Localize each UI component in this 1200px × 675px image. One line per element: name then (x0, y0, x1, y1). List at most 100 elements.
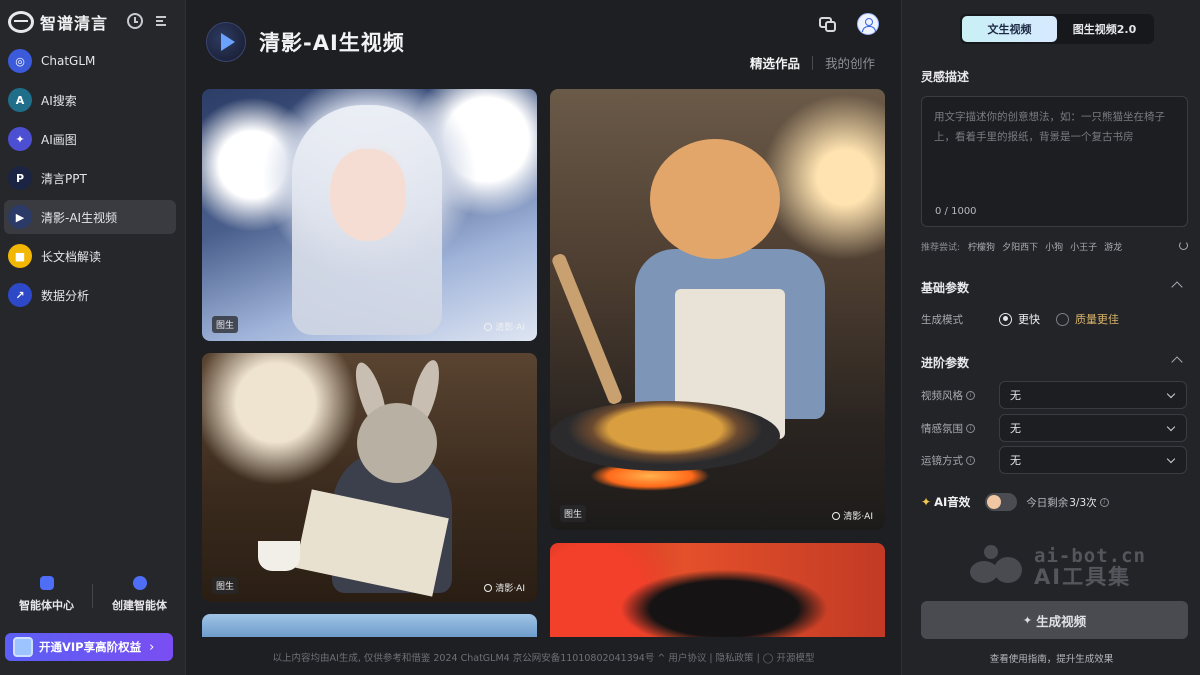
watermark-logo-icon (970, 545, 1028, 585)
user-avatar-icon[interactable] (857, 13, 879, 35)
mode-text-to-video[interactable]: 文生视频 (962, 16, 1057, 42)
param-label: 运镜方式 i (921, 453, 983, 468)
qingying-watermark-icon (484, 583, 493, 592)
data-analysis-icon: ↗ (8, 283, 32, 307)
radio-faster[interactable]: 更快 (999, 311, 1040, 327)
prompt-section-title: 灵感描述 (921, 70, 970, 84)
sidebar-item-label: ChatGLM (41, 54, 96, 68)
mood-select[interactable]: 无 (999, 414, 1187, 442)
suggestion-chip[interactable]: 小王子 (1070, 240, 1097, 253)
qingying-watermark-icon (484, 322, 493, 331)
radio-dot-icon (999, 312, 1012, 326)
document-icon: ■ (8, 244, 32, 268)
ai-search-icon: A (8, 88, 32, 112)
ai-draw-icon: ✦ (8, 127, 32, 151)
agent-center-button[interactable]: 智能体中心 (0, 576, 93, 616)
suggest-label: 推荐尝试: (921, 243, 961, 253)
zhipu-logo-icon (8, 11, 34, 33)
info-icon[interactable]: i (1099, 497, 1109, 507)
collapse-sidebar-icon[interactable] (155, 13, 171, 29)
tab-my-creations[interactable]: 我的创作 (825, 53, 875, 72)
card-watermark: 清影·AI (484, 320, 525, 333)
video-card-rabbit-reading[interactable]: 图生 清影·AI (202, 353, 537, 602)
param-style-row: 视频风格 i 无 (921, 381, 1188, 409)
suggestion-chip[interactable]: 柠檬狗 (968, 240, 995, 253)
gallery-tabs: 精选作品 我的创作 (750, 53, 875, 72)
sidebar-item-ai-draw[interactable]: ✦ AI画图 (4, 122, 176, 156)
sidebar-item-ai-search[interactable]: A AI搜索 (4, 83, 176, 117)
qingying-logo-icon (206, 22, 246, 62)
history-icon[interactable] (127, 13, 143, 29)
suggestion-chip[interactable]: 夕阳西下 (1002, 240, 1038, 253)
brand[interactable]: 智谱清言 (8, 10, 108, 34)
screen-switch-icon[interactable] (817, 13, 839, 35)
card-artwork (550, 252, 624, 406)
info-icon[interactable]: i (966, 423, 975, 433)
agent-actions: 智能体中心 创建智能体 (0, 576, 186, 616)
radio-label: 质量更佳 (1075, 313, 1119, 326)
ai-sound-label: AI音效 (934, 495, 971, 509)
card-artwork (650, 139, 780, 259)
chevron-up-icon[interactable] (1171, 281, 1183, 293)
mode-image-to-video[interactable]: 图生视频2.0 (1057, 16, 1152, 42)
video-card-silver-girl[interactable]: 图生 清影·AI (202, 89, 537, 341)
style-select[interactable]: 无 (999, 381, 1187, 409)
camera-select[interactable]: 无 (999, 446, 1187, 474)
sidebar-item-label: AI搜索 (41, 93, 77, 108)
sidebar-item-ppt[interactable]: P 清言PPT (4, 161, 176, 195)
main-content: 清影-AI生视频 精选作品 我的创作 图生 清影·AI 图生 清影·AI 图生 … (187, 0, 900, 675)
refresh-icon[interactable] (1179, 241, 1188, 250)
sidebar-item-ai-video[interactable]: ▶ 清影-AI生视频 (4, 200, 176, 234)
video-card-sky[interactable] (202, 614, 537, 637)
app-root: 智谱清言 ◎ ChatGLM A AI搜索 ✦ AI画图 P 清言PPT ▶ 清… (0, 0, 1200, 675)
suggestion-chip[interactable]: 游龙 (1104, 240, 1122, 253)
info-icon[interactable]: i (966, 390, 975, 400)
sidebar-item-label: 清言PPT (41, 171, 87, 186)
sparkle-icon: ✦ (921, 495, 932, 509)
suggestions: 推荐尝试: 柠檬狗 夕阳西下 小狗 小王子 游龙 (921, 240, 1188, 253)
sparkle-icon: ✦ (1022, 613, 1033, 627)
card-artwork (330, 149, 406, 241)
radio-better-quality[interactable]: 质量更佳 (1056, 311, 1119, 327)
create-agent-icon (132, 576, 147, 590)
sidebar-item-data-analysis[interactable]: ↗ 数据分析 (4, 278, 176, 312)
basic-params-title: 基础参数 (921, 281, 970, 295)
suggestion-chip[interactable]: 小狗 (1045, 240, 1063, 253)
qingying-watermark-icon (832, 511, 841, 520)
ai-sound-row: ✦ AI音效 今日剩余 3/3次 i (921, 493, 1109, 511)
video-card-cooking-cat[interactable]: 图生 清影·AI (550, 89, 885, 530)
generate-video-button[interactable]: ✦ 生成视频 (921, 601, 1188, 639)
prompt-input[interactable] (934, 107, 1179, 197)
page-title: 清影-AI生视频 (259, 31, 405, 55)
sidebar-nav: ◎ ChatGLM A AI搜索 ✦ AI画图 P 清言PPT ▶ 清影-AI生… (4, 44, 176, 317)
vip-upgrade-button[interactable]: 开通VIP享高阶权益 › (5, 633, 173, 661)
ppt-icon: P (8, 166, 32, 190)
advanced-params-title: 进阶参数 (921, 356, 970, 370)
video-card-portrait[interactable] (550, 543, 885, 637)
ai-sound-toggle[interactable] (985, 493, 1018, 511)
create-agent-label: 创建智能体 (112, 599, 167, 612)
sidebar: 智谱清言 ◎ ChatGLM A AI搜索 ✦ AI画图 P 清言PPT ▶ 清… (0, 0, 186, 675)
tab-divider (812, 55, 814, 70)
quota-text: 今日剩余 3/3次 i (1026, 495, 1109, 510)
sidebar-item-label: 长文档解读 (41, 249, 102, 264)
card-artwork (550, 401, 780, 471)
sidebar-top-actions (127, 13, 171, 29)
agent-center-icon (39, 576, 54, 590)
sidebar-item-label: AI画图 (41, 132, 77, 147)
brand-name: 智谱清言 (40, 14, 109, 33)
param-label: 视频风格 i (921, 388, 983, 403)
radio-dot-icon (1056, 312, 1069, 326)
card-badge: 图生 (212, 577, 239, 594)
card-badge: 图生 (212, 316, 239, 333)
guide-link[interactable]: 查看使用指南，提升生成效果 (902, 651, 1200, 665)
watermark-text: AI工具集 (1034, 565, 1132, 589)
info-icon[interactable]: i (966, 455, 975, 465)
card-watermark: 清影·AI (484, 581, 525, 594)
tab-featured[interactable]: 精选作品 (750, 53, 800, 72)
sidebar-item-chatglm[interactable]: ◎ ChatGLM (4, 44, 176, 78)
card-badge: 图生 (560, 505, 587, 522)
chevron-up-icon[interactable] (1171, 356, 1183, 368)
create-agent-button[interactable]: 创建智能体 (93, 576, 186, 616)
sidebar-item-document[interactable]: ■ 长文档解读 (4, 239, 176, 273)
